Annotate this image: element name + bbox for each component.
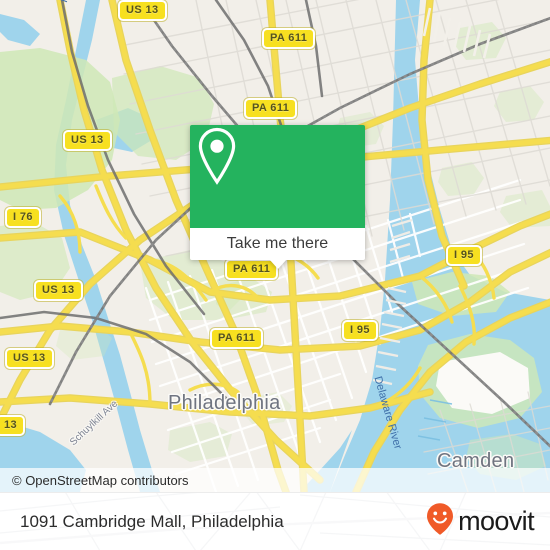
bottom-bar: 1091 Cambridge Mall, Philadelphia moovit <box>0 492 550 550</box>
location-popup[interactable]: Take me there <box>190 125 365 269</box>
highway-shield: US 13 <box>34 280 83 301</box>
moovit-smiley-pin-icon <box>425 502 455 541</box>
highway-shield: US 13 <box>118 0 167 21</box>
popup-tail <box>268 259 287 269</box>
moovit-logo[interactable]: moovit <box>425 502 535 541</box>
popup-pin-area <box>190 125 365 228</box>
address-label: 1091 Cambridge Mall, Philadelphia <box>20 511 284 531</box>
map-canvas[interactable]: .w{fill:#9fd4ec} .pk{fill:#cfe8b6} .pk2{… <box>0 0 550 492</box>
highway-shield: PA 611 <box>244 98 298 119</box>
map-attribution: © OpenStreetMap contributors <box>0 468 550 492</box>
highway-shield: PA 611 <box>262 28 316 49</box>
place-label: Philadelphia <box>168 392 281 414</box>
attribution-text: © OpenStreetMap contributors <box>12 472 189 488</box>
highway-shield: I 95 <box>446 245 482 266</box>
map-screen: .w{fill:#9fd4ec} .pk{fill:#cfe8b6} .pk2{… <box>0 0 550 550</box>
highway-shield: US 13 <box>63 130 112 151</box>
highway-shield: PA 611 <box>210 328 264 349</box>
moovit-wordmark: moovit <box>458 506 535 536</box>
highway-shield: 13 <box>0 415 26 436</box>
highway-shield: I 76 <box>5 207 41 228</box>
highway-shield: US 13 <box>5 348 54 369</box>
take-me-there-label: Take me there <box>226 235 329 252</box>
take-me-there-button[interactable]: Take me there <box>190 228 365 269</box>
highway-shield: I 95 <box>342 320 378 341</box>
